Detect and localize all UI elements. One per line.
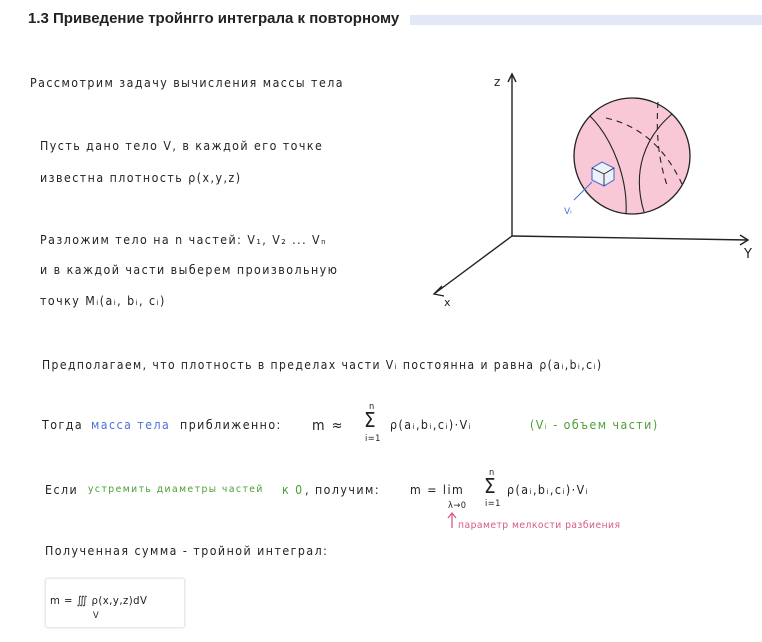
axis-label-y: Y: [743, 247, 752, 262]
z-axis: [507, 72, 517, 236]
y-axis: [511, 234, 750, 246]
coordinate-diagram: z Y x Vᵢ: [432, 72, 752, 309]
axis-label-x: x: [444, 296, 451, 309]
body-sphere: [573, 97, 691, 215]
element-label: Vᵢ: [564, 207, 572, 217]
axis-label-z: z: [494, 75, 500, 89]
x-axis: [432, 235, 513, 297]
param-arrow: [447, 511, 457, 528]
